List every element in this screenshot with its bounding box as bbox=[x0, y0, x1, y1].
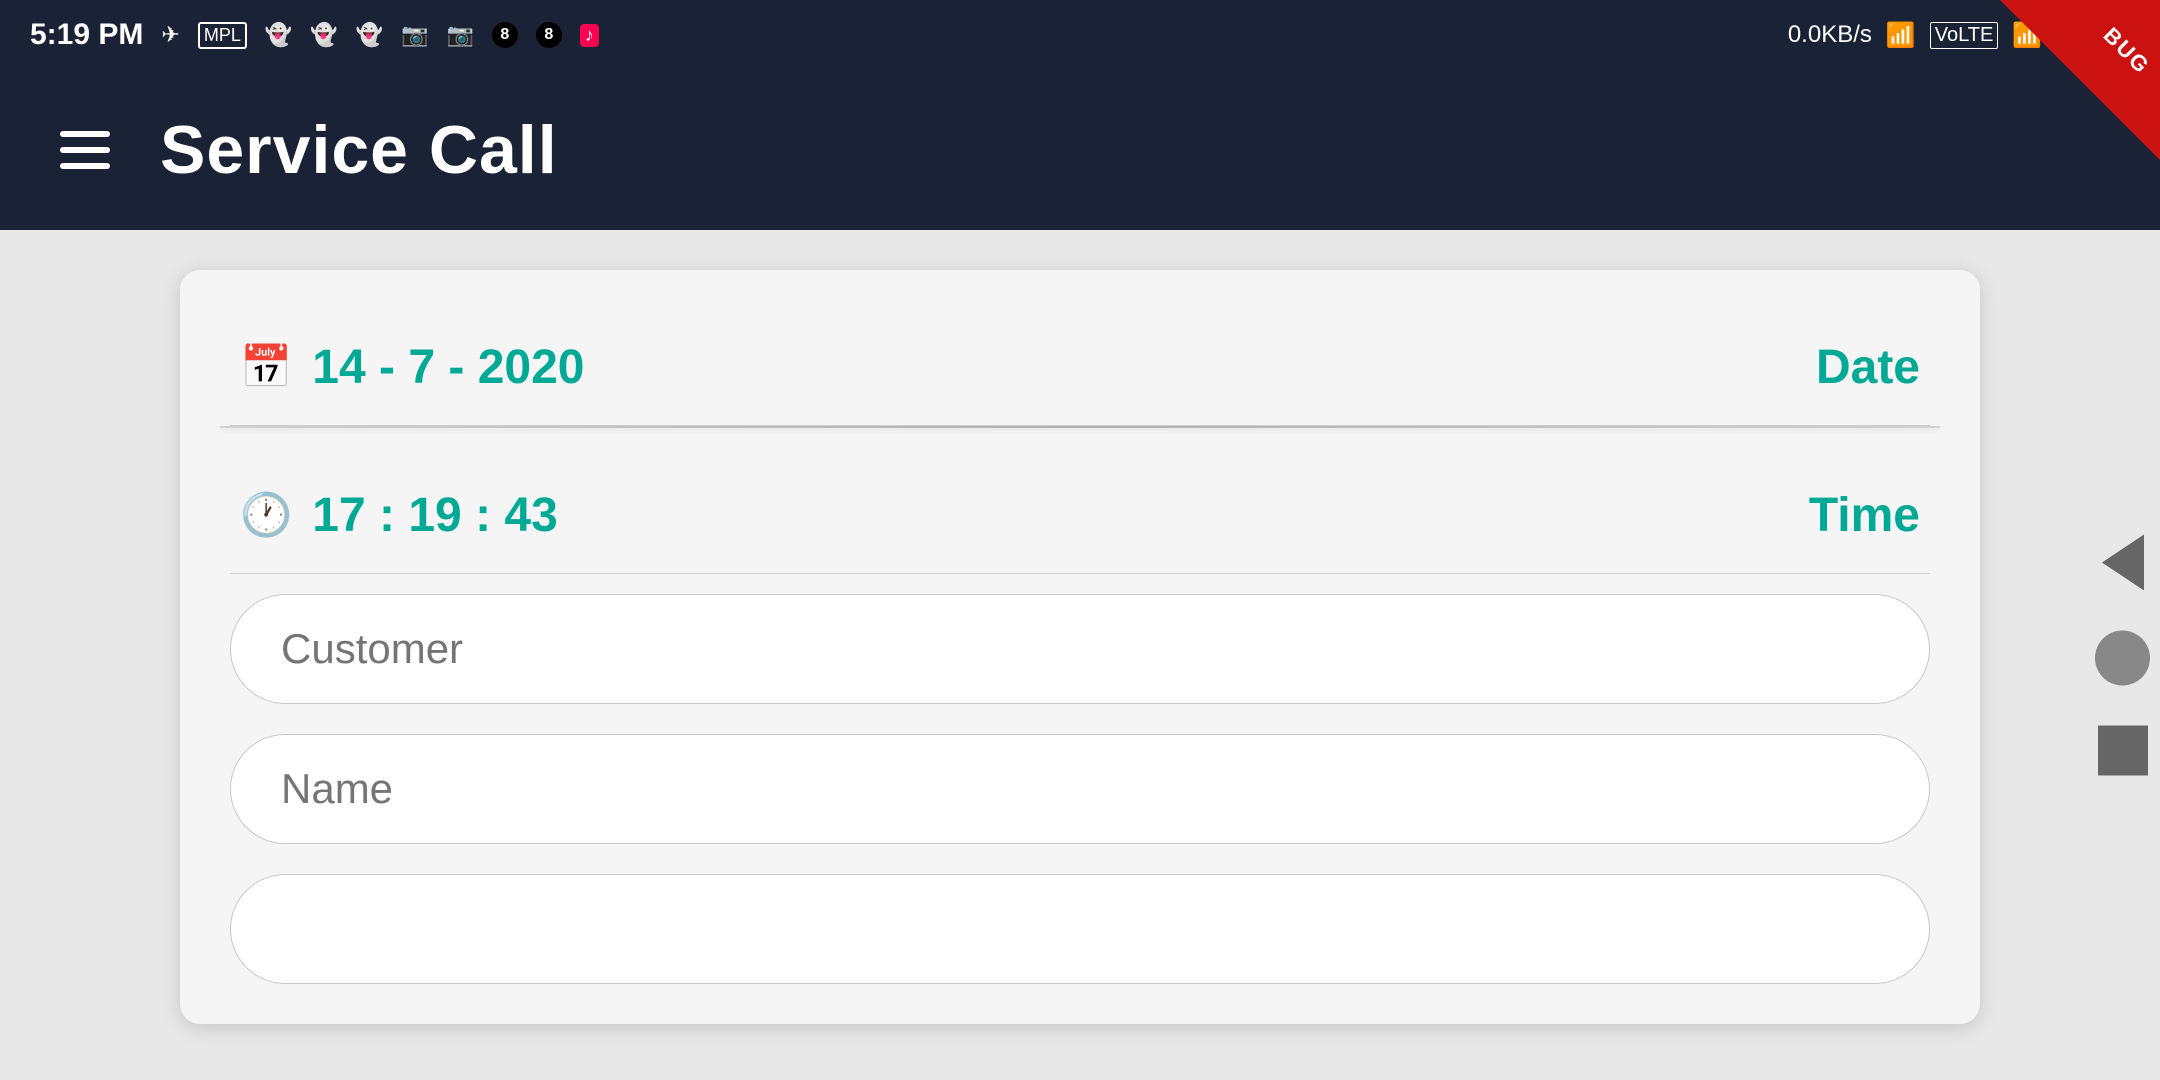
volte-icon: VoLTE bbox=[1930, 22, 1999, 49]
time-label: Time bbox=[1809, 488, 1920, 543]
hamburger-menu[interactable] bbox=[60, 131, 110, 169]
status-bar: 5:19 PM ✈ MPL 👻 👻 👻 📷 📷 8 8 ♪ 0.0KB/s 📶 … bbox=[0, 0, 2160, 70]
instagram1-icon: 📷 bbox=[401, 22, 428, 48]
right-nav bbox=[2095, 535, 2150, 776]
record-button[interactable] bbox=[2095, 631, 2150, 686]
hamburger-line-2 bbox=[60, 147, 110, 153]
ball8v2-icon: 8 bbox=[536, 22, 562, 48]
service-call-card: 📅 14 - 7 - 2020 Date 🕐 17 : 19 : 43 Time bbox=[180, 270, 1980, 1024]
snapchat3-icon: 👻 bbox=[356, 22, 383, 48]
mpl-icon: MPL bbox=[198, 22, 247, 49]
time-row[interactable]: 🕐 17 : 19 : 43 Time bbox=[230, 458, 1930, 574]
debug-badge: BUG bbox=[2000, 0, 2160, 160]
hamburger-line-1 bbox=[60, 131, 110, 137]
time-value: 17 : 19 : 43 bbox=[312, 488, 557, 543]
status-bar-left: 5:19 PM ✈ MPL 👻 👻 👻 📷 📷 8 8 ♪ bbox=[30, 18, 599, 52]
clock-icon: 🕐 bbox=[240, 491, 292, 540]
input-section bbox=[230, 594, 1930, 984]
ball8-icon: 8 bbox=[492, 22, 518, 48]
date-row[interactable]: 📅 14 - 7 - 2020 Date bbox=[230, 310, 1930, 426]
status-time: 5:19 PM bbox=[30, 18, 143, 52]
name-input[interactable] bbox=[230, 734, 1930, 844]
network-speed: 0.0KB/s bbox=[1788, 21, 1872, 49]
snapchat1-icon: 👻 bbox=[265, 22, 292, 48]
date-left: 📅 14 - 7 - 2020 bbox=[240, 340, 584, 395]
hamburger-line-3 bbox=[60, 163, 110, 169]
page-title: Service Call bbox=[160, 111, 558, 189]
tiktok-icon: ♪ bbox=[580, 24, 599, 47]
date-label: Date bbox=[1816, 340, 1920, 395]
customer-input[interactable] bbox=[230, 594, 1930, 704]
instagram2-icon: 📷 bbox=[446, 22, 473, 48]
stop-button[interactable] bbox=[2098, 726, 2148, 776]
section-spacer bbox=[230, 428, 1930, 458]
calendar-icon: 📅 bbox=[240, 343, 292, 392]
third-input[interactable] bbox=[230, 874, 1930, 984]
signal-icon: 📶 bbox=[1886, 21, 1916, 50]
back-nav-button[interactable] bbox=[2102, 535, 2144, 591]
app-header: Service Call bbox=[0, 70, 2160, 230]
time-left: 🕐 17 : 19 : 43 bbox=[240, 488, 558, 543]
date-value: 14 - 7 - 2020 bbox=[312, 340, 584, 395]
snapchat2-icon: 👻 bbox=[310, 22, 337, 48]
telegram-icon: ✈ bbox=[161, 22, 179, 48]
main-content: 📅 14 - 7 - 2020 Date 🕐 17 : 19 : 43 Time bbox=[0, 230, 2160, 1080]
